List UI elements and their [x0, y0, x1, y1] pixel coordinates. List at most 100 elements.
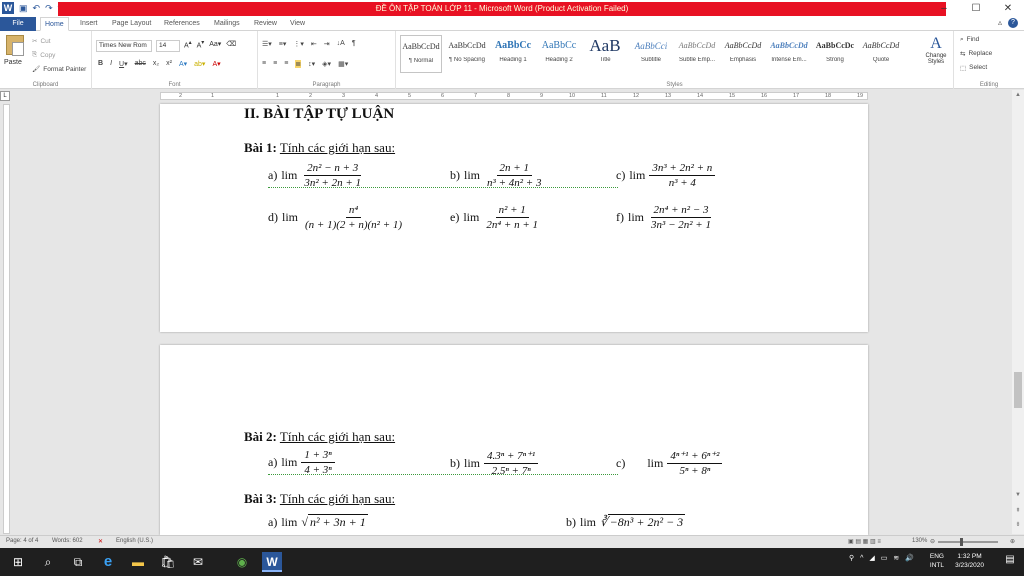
style-emphasis[interactable]: AaBbCcDd Emphasis — [722, 35, 764, 73]
tab-home[interactable]: Home — [40, 17, 69, 31]
horizontal-ruler[interactable]: L 2 1 1 2 3 4 5 6 7 8 9 10 11 12 13 14 1… — [0, 90, 1024, 102]
subscript-icon[interactable]: x₂ — [153, 60, 159, 68]
previous-page-icon[interactable]: ⇞ — [1012, 506, 1024, 516]
paste-icon[interactable] — [6, 35, 24, 56]
pilcrow-icon[interactable]: ¶ — [352, 40, 356, 48]
style-heading-2[interactable]: AaBbCc Heading 2 — [538, 35, 580, 73]
zoom-out-icon[interactable]: ⊖ — [930, 538, 935, 545]
network-icon[interactable]: ◢ — [869, 554, 874, 562]
tab-page-layout[interactable]: Page Layout — [112, 17, 151, 31]
replace-button[interactable]: ⇆ Replace — [960, 50, 992, 58]
zoom-in-icon[interactable]: ⊕ — [1010, 538, 1015, 545]
tab-view[interactable]: View — [290, 17, 305, 31]
bold-icon[interactable]: B — [98, 60, 103, 68]
battery-icon[interactable]: ▭ — [881, 554, 888, 562]
search-icon[interactable]: ⌕ — [38, 552, 58, 572]
tab-selector-icon[interactable]: L — [0, 91, 10, 101]
maximize-button[interactable]: ☐ — [960, 0, 992, 17]
volume-icon[interactable]: 🔊 — [905, 554, 914, 562]
next-page-icon[interactable]: ⇟ — [1012, 520, 1024, 530]
word-taskbar-icon[interactable]: W — [262, 552, 282, 572]
zoom-level[interactable]: 130% — [912, 538, 927, 544]
borders-icon[interactable]: ▦▾ — [338, 60, 348, 68]
people-icon[interactable]: ⚲ — [849, 554, 854, 562]
shading-icon[interactable]: ◈▾ — [322, 60, 331, 68]
text-effects-icon[interactable]: A▾ — [179, 60, 187, 68]
line-spacing-icon[interactable]: ↕▾ — [308, 60, 315, 68]
shrink-font-icon[interactable]: A▾ — [197, 40, 205, 49]
notification-icon[interactable]: ▤ — [1002, 554, 1018, 570]
tab-mailings[interactable]: Mailings — [214, 17, 240, 31]
document-page[interactable]: II. BÀI TẬP TỰ LUẬN Bài 1: Tính các giới… — [160, 104, 868, 332]
sort-icon[interactable]: ↓A — [337, 40, 345, 48]
change-case-icon[interactable]: Aa▾ — [209, 40, 221, 49]
word-count[interactable]: Words: 602 — [52, 538, 83, 544]
italic-icon[interactable]: I — [110, 60, 112, 68]
select-button[interactable]: ⬚ Select — [960, 64, 987, 72]
start-icon[interactable]: ⊞ — [8, 552, 28, 572]
change-styles-button[interactable]: A Change Styles — [922, 35, 950, 65]
scroll-thumb[interactable] — [1014, 372, 1022, 408]
grow-font-icon[interactable]: A▴ — [184, 40, 192, 49]
scroll-up-icon[interactable]: ▲ — [1012, 90, 1024, 100]
find-button[interactable]: ⌕ Find — [960, 36, 979, 44]
tab-file[interactable]: File — [0, 17, 36, 31]
multilevel-list-icon[interactable]: ⋮▾ — [293, 40, 304, 48]
tab-insert[interactable]: Insert — [80, 17, 98, 31]
underline-icon[interactable]: U▾ — [119, 60, 128, 68]
view-buttons[interactable]: ▣ ▤ ▦ ▥ ≡ — [848, 538, 881, 545]
help-icon[interactable]: ? — [1008, 18, 1018, 28]
style-heading-1[interactable]: AaBbCc Heading 1 — [492, 35, 534, 73]
mail-icon[interactable]: ✉ — [188, 552, 208, 572]
edge-icon[interactable]: e — [98, 552, 118, 572]
format-painter-button[interactable]: 🖌 Format Painter — [32, 65, 86, 74]
justify-icon[interactable]: ≣ — [295, 60, 302, 68]
cut-button[interactable]: ✂ Cut — [32, 37, 51, 46]
style-quote[interactable]: AaBbCcDd Quote — [860, 35, 902, 73]
superscript-icon[interactable]: x² — [166, 60, 172, 68]
bullets-icon[interactable]: ☰▾ — [262, 40, 272, 48]
language-indicator[interactable]: English (U.S.) — [116, 538, 153, 544]
align-right-icon[interactable]: ≡ — [284, 60, 288, 68]
increase-indent-icon[interactable]: ⇥ — [324, 40, 330, 48]
redo-icon[interactable]: ↷ — [45, 3, 53, 14]
close-button[interactable]: ✕ — [992, 0, 1024, 17]
numbering-icon[interactable]: ≡▾ — [279, 40, 287, 48]
page-count[interactable]: Page: 4 of 4 — [6, 538, 38, 544]
style-strong[interactable]: AaBbCcDc Strong — [814, 35, 856, 73]
wifi-icon[interactable]: ≋ — [893, 554, 899, 562]
tab-review[interactable]: Review — [254, 17, 277, 31]
minimize-button[interactable]: – — [928, 0, 960, 17]
style-title[interactable]: AaB Title — [584, 35, 626, 73]
undo-icon[interactable]: ↶ — [33, 3, 41, 14]
style-normal[interactable]: AaBbCcDd ¶ Normal — [400, 35, 442, 73]
style-no-spacing[interactable]: AaBbCcDd ¶ No Spacing — [446, 35, 488, 73]
zoom-slider-thumb[interactable] — [960, 538, 963, 546]
document-page-2[interactable]: Bài 2: Tính các giới hạn sau: a) lim 1 +… — [160, 345, 868, 535]
strikethrough-icon[interactable]: abc — [135, 60, 146, 68]
align-center-icon[interactable]: ≡ — [273, 60, 277, 68]
clear-format-icon[interactable]: ⌫ — [226, 40, 236, 49]
minimize-ribbon-icon[interactable]: ▵ — [998, 18, 1002, 28]
chevron-up-icon[interactable]: ^ — [860, 555, 863, 562]
save-icon[interactable]: ▣ — [19, 3, 28, 14]
tab-references[interactable]: References — [164, 17, 200, 31]
clock[interactable]: 1:32 PM 3/23/2020 — [955, 552, 984, 570]
style-subtitle[interactable]: AaBbCci Subtitle — [630, 35, 672, 73]
task-view-icon[interactable]: ⧉ — [68, 552, 88, 572]
chrome-icon[interactable]: ◉ — [232, 552, 252, 572]
style-subtle-emphasis[interactable]: AaBbCcDd Subtle Emp... — [676, 35, 718, 73]
vertical-scrollbar[interactable]: ▲ ▼ ⇞ ⇟ — [1012, 90, 1024, 534]
align-left-icon[interactable]: ≡ — [262, 60, 266, 68]
decrease-indent-icon[interactable]: ⇤ — [311, 40, 317, 48]
zoom-slider[interactable] — [938, 541, 998, 543]
font-color-icon[interactable]: A▾ — [212, 60, 220, 68]
proofing-icon[interactable]: ✕ — [98, 538, 103, 545]
font-size-dropdown[interactable]: 14 — [156, 40, 180, 52]
input-language[interactable]: ENG INTL — [930, 552, 944, 570]
font-name-dropdown[interactable]: Times New Rom — [96, 40, 152, 52]
paste-button[interactable]: Paste — [4, 59, 22, 66]
store-icon[interactable]: 🛍 — [158, 552, 178, 572]
scroll-down-icon[interactable]: ▼ — [1012, 490, 1024, 500]
file-explorer-icon[interactable]: ▬ — [128, 552, 148, 572]
